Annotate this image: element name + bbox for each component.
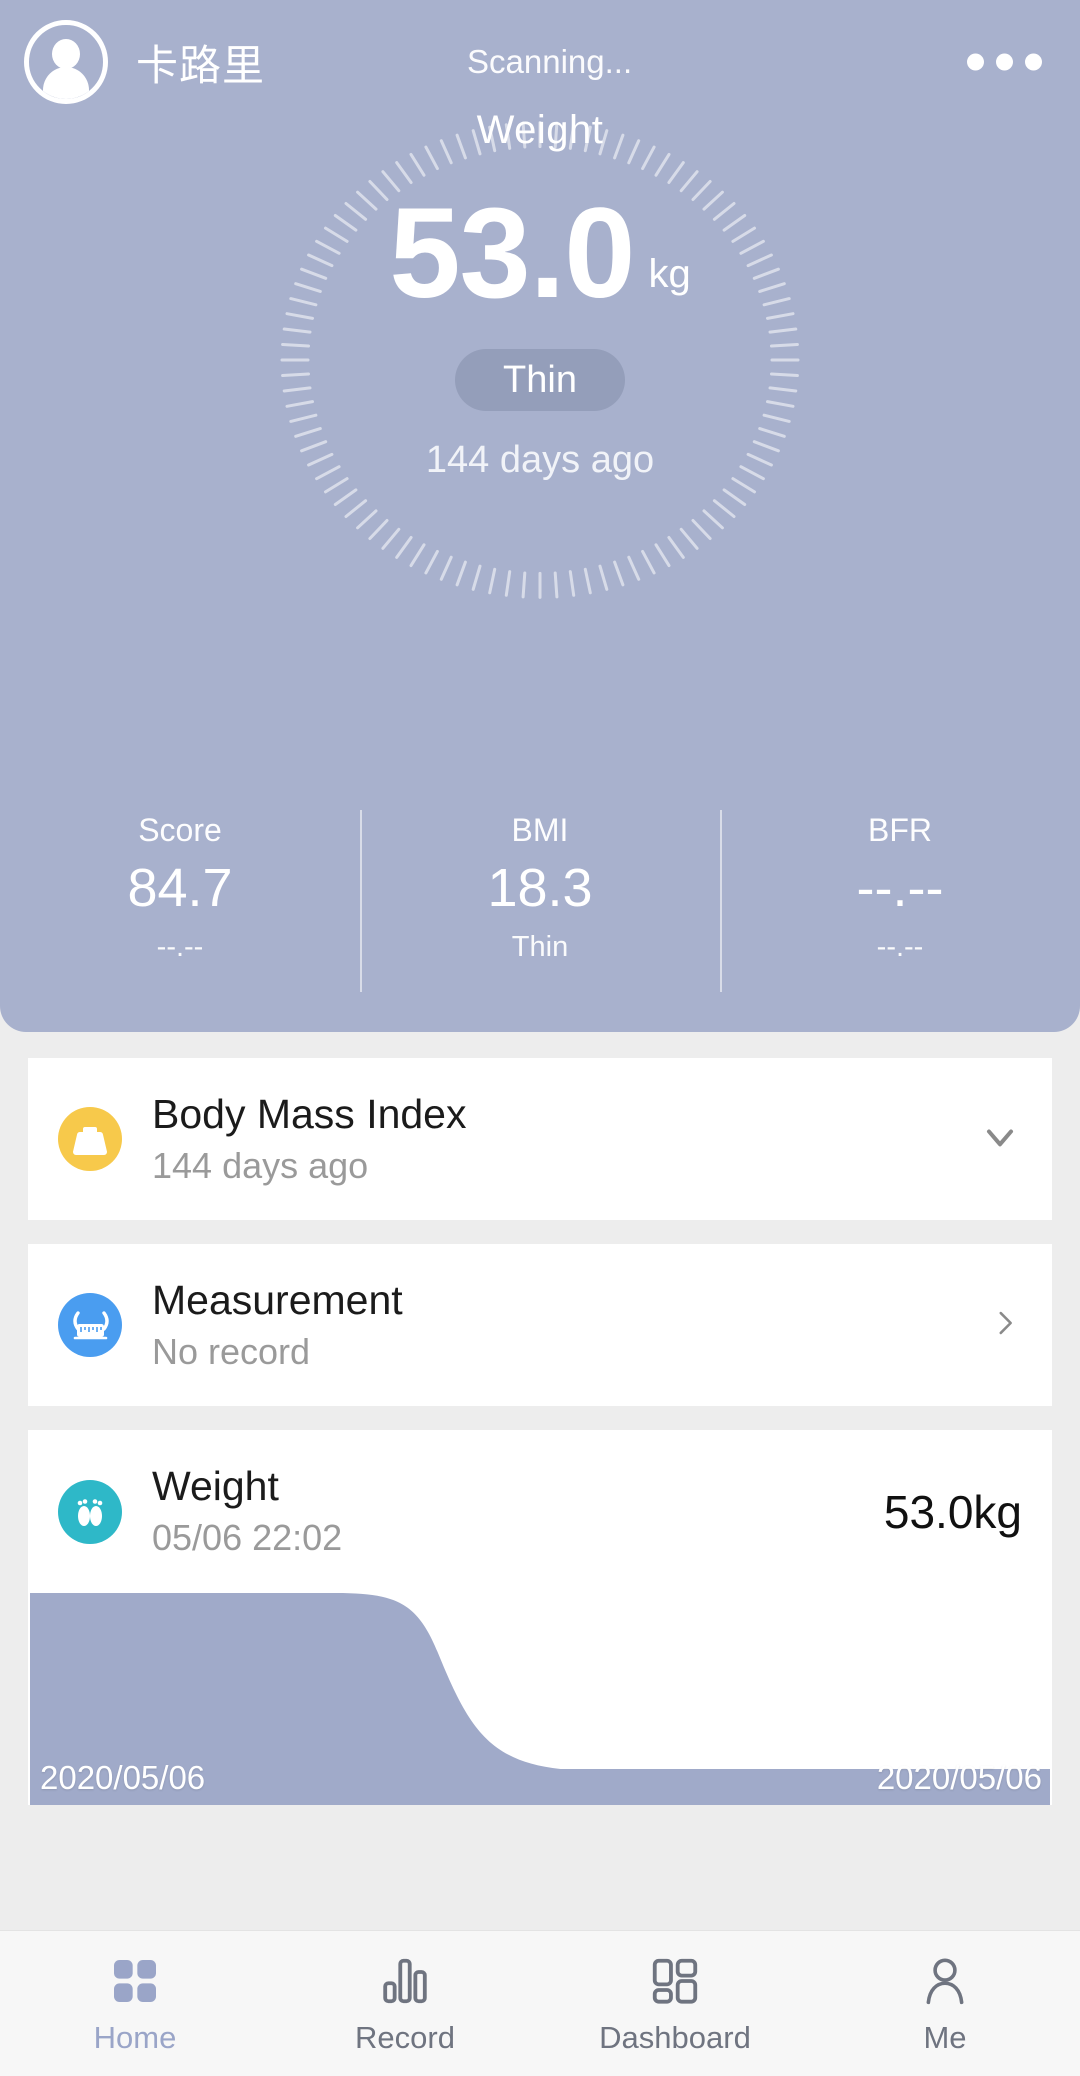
dot-2 (996, 53, 1013, 71)
weight-area-chart[interactable]: 2020/05/06 2020/05/06 (30, 1592, 1050, 1805)
stat-bmi[interactable]: BMI 18.3 Thin (360, 806, 720, 996)
stat-value: 84.7 (127, 858, 233, 918)
card-weight[interactable]: Weight 05/06 22:02 53.0kg 2020/05/06 202… (28, 1430, 1052, 1805)
person-icon (918, 1952, 972, 2010)
stats-row: Score 84.7 --.-- BMI 18.3 Thin BFR --.--… (0, 806, 1080, 996)
tab-label: Me (923, 2019, 967, 2055)
stat-name: Score (138, 812, 222, 848)
card-subtitle: No record (152, 1331, 311, 1373)
bottom-navigation: Home Record Dashboard Me (0, 1930, 1080, 2076)
dial-readout: Weight 53.0 kg Thin 144 days ago (0, 108, 1080, 482)
stat-name: BMI (511, 812, 569, 848)
avatar-head (52, 39, 80, 69)
card-body-mass-index[interactable]: Body Mass Index 144 days ago (28, 1058, 1052, 1221)
stat-value: --.-- (856, 858, 944, 918)
stat-sub: Thin (511, 931, 569, 963)
card-text: Body Mass Index 144 days ago (152, 1091, 960, 1186)
tab-record[interactable]: Record (270, 1952, 540, 2056)
metric-label: Weight (476, 108, 604, 152)
dashboard-grid-icon (648, 1952, 702, 2010)
stat-bfr[interactable]: BFR --.-- --.-- (720, 806, 1080, 996)
card-title: Body Mass Index (152, 1091, 467, 1137)
tab-label: Record (355, 2019, 455, 2055)
bar-chart-icon (378, 1952, 432, 2010)
card-subtitle: 144 days ago (152, 1144, 369, 1186)
weight-value: 53.0 (389, 182, 635, 325)
weight-hero-panel: 卡路里 Scanning... Weight 53.0 kg Thin 144 … (0, 0, 1080, 1032)
chevron-right-icon[interactable] (988, 1306, 1022, 1345)
dot-3 (1025, 53, 1042, 71)
card-row: Weight 05/06 22:02 53.0kg (28, 1430, 1052, 1592)
weight-scale-icon (58, 1107, 122, 1172)
stat-name: BFR (868, 812, 932, 848)
card-subtitle: 05/06 22:02 (152, 1517, 343, 1559)
card-row: Measurement No record (28, 1244, 1052, 1406)
last-measured-label: 144 days ago (425, 438, 655, 481)
card-measurement[interactable]: Measurement No record (28, 1244, 1052, 1407)
tab-dashboard[interactable]: Dashboard (540, 1952, 810, 2056)
tab-home[interactable]: Home (0, 1952, 270, 2056)
chart-date-start: 2020/05/06 (40, 1758, 206, 1796)
weight-value-row: 53.0 kg (389, 182, 691, 325)
more-options-icon[interactable] (967, 53, 1042, 71)
app-screen: 卡路里 Scanning... Weight 53.0 kg Thin 144 … (0, 0, 1080, 2076)
chevron-down-icon[interactable] (978, 1115, 1022, 1164)
stat-sub: --.-- (156, 931, 204, 963)
username-label: 卡路里 (136, 41, 266, 89)
tab-label: Dashboard (599, 2019, 751, 2055)
scanning-status: Scanning... (467, 43, 633, 80)
status-badge: Thin (455, 348, 625, 411)
card-text: Weight 05/06 22:02 (152, 1463, 866, 1559)
footprints-icon (58, 1479, 122, 1544)
dot-1 (967, 53, 984, 71)
weight-unit: kg (648, 251, 691, 296)
avatar-body (43, 67, 89, 99)
grid-squares-icon (107, 1952, 163, 2010)
card-title: Measurement (152, 1277, 403, 1324)
tab-me[interactable]: Me (810, 1952, 1080, 2056)
chart-date-end: 2020/05/06 (876, 1758, 1042, 1796)
stat-value: 18.3 (487, 858, 593, 918)
measuring-tape-icon (58, 1293, 122, 1358)
weight-reading: 53.0kg (883, 1485, 1022, 1538)
card-row: Body Mass Index 144 days ago (28, 1058, 1052, 1220)
user-avatar-icon[interactable] (24, 20, 108, 104)
stat-sub: --.-- (876, 931, 924, 963)
card-text: Measurement No record (152, 1277, 970, 1373)
stat-score[interactable]: Score 84.7 --.-- (0, 806, 360, 996)
card-title: Weight (152, 1463, 279, 1510)
tab-label: Home (93, 2019, 177, 2055)
card-list: Body Mass Index 144 days ago Measurement… (0, 1058, 1080, 1805)
